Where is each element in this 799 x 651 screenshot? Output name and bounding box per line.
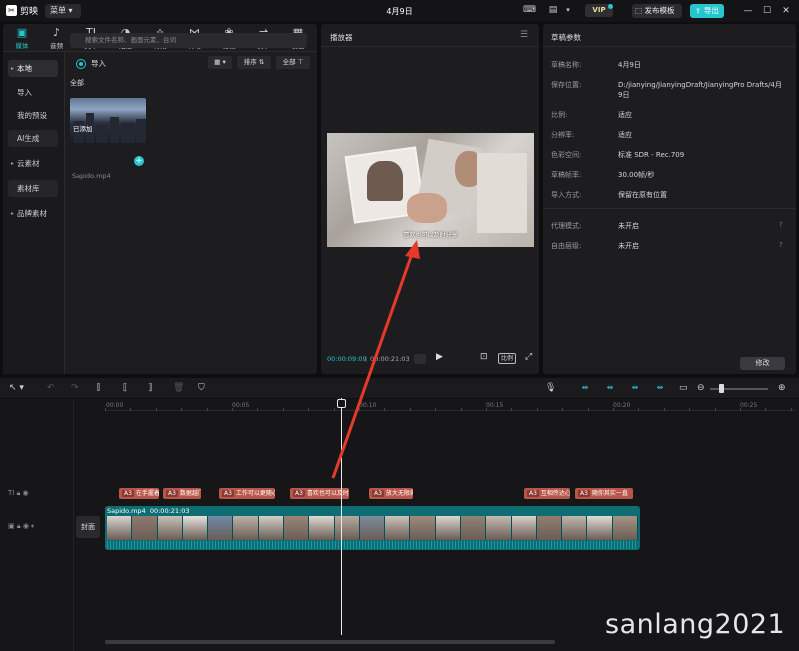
- watermark: sanlang2021: [605, 609, 786, 640]
- annotation-arrow: [331, 240, 420, 479]
- annotation-arrow-line: [331, 250, 415, 479]
- annotation-arrow-head: [405, 240, 420, 259]
